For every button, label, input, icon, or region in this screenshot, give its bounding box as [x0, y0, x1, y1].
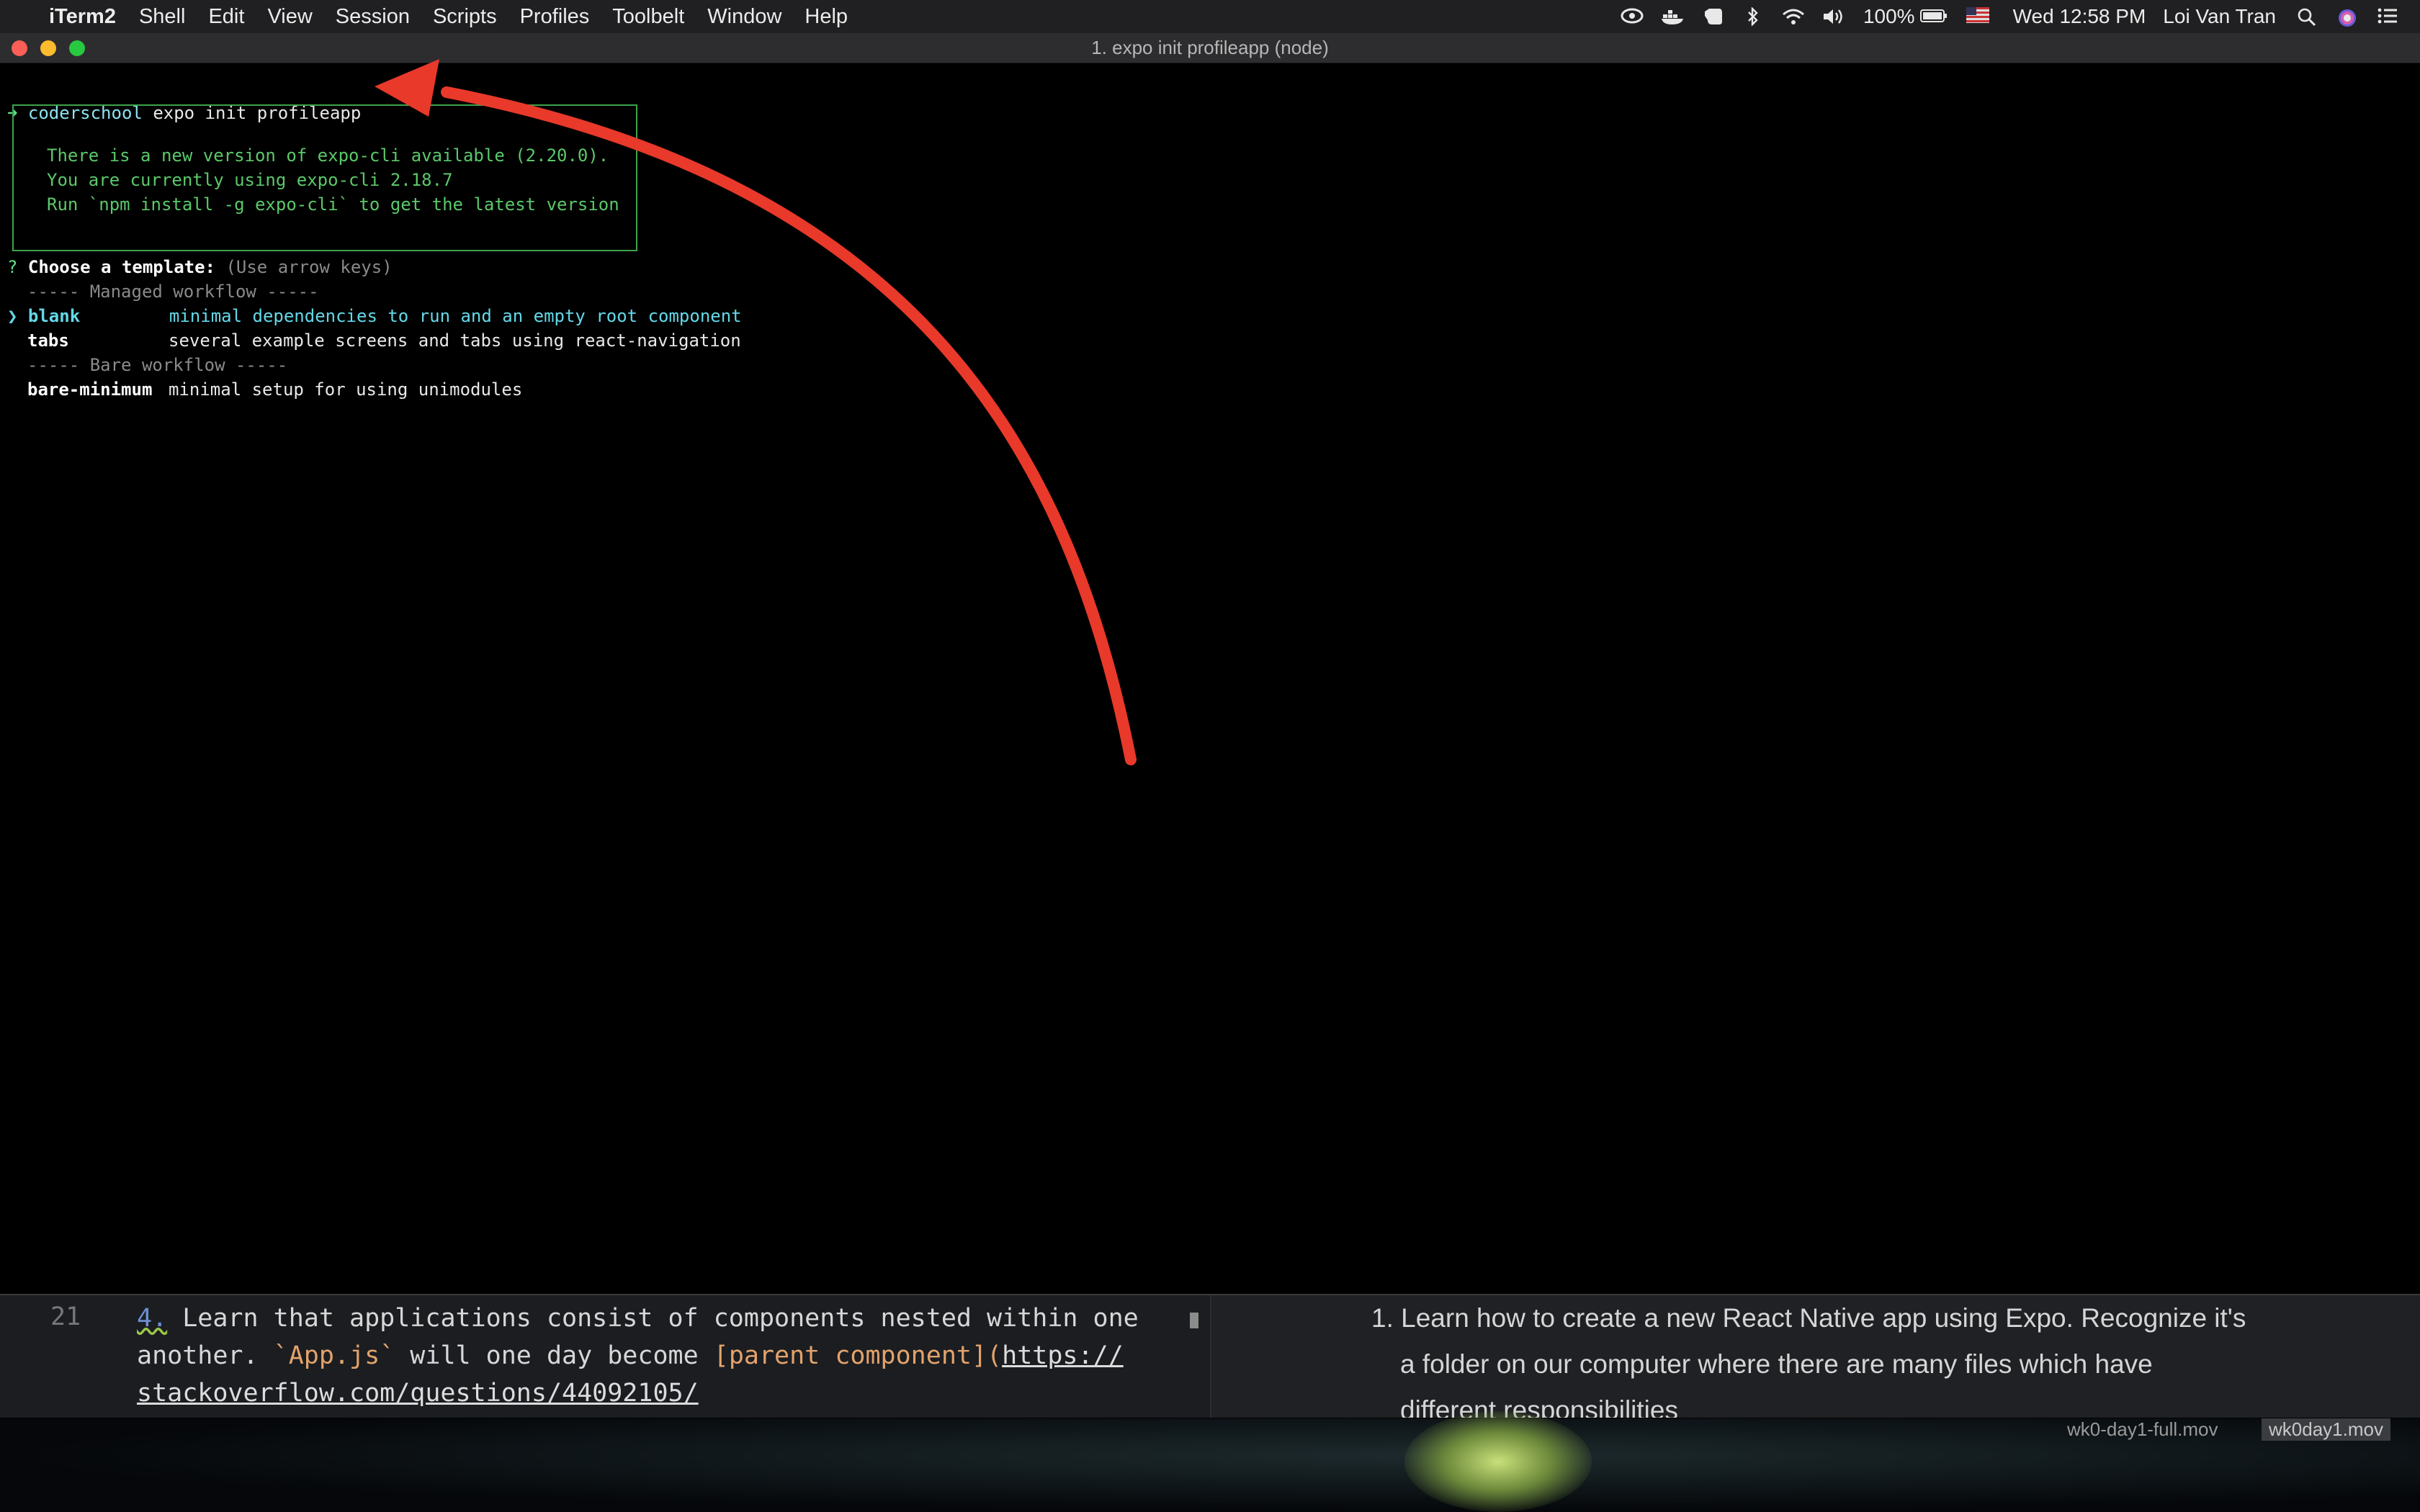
template-question: ? Choose a template: (Use arrow keys)	[7, 255, 393, 279]
update-notice-line-1: There is a new version of expo-cli avail…	[47, 145, 609, 166]
volume-icon[interactable]	[1821, 7, 1846, 26]
question-hint: (Use arrow keys)	[225, 257, 393, 277]
spotlight-search-icon[interactable]	[2295, 7, 2319, 27]
link-url: stackoverflow.com/questions/44092105/	[137, 1379, 699, 1408]
update-notice-line-3: Run `npm install -g expo-cli` to get the…	[47, 194, 619, 215]
menu-shell[interactable]: Shell	[139, 5, 186, 29]
desktop-file-label[interactable]: wk0-day1-full.mov	[2067, 1418, 2218, 1441]
us-flag-icon[interactable]	[1966, 7, 1990, 26]
menu-toolbelt[interactable]: Toolbelt	[612, 5, 684, 29]
template-option-blank[interactable]: ❯ blank minimal dependencies to run and a…	[7, 304, 742, 328]
editor-text: another.	[137, 1341, 274, 1370]
editor-line-number: 21	[50, 1302, 81, 1331]
editor-line-2: another. `App.js` will one day become [p…	[137, 1337, 1124, 1374]
bluetooth-icon[interactable]	[1741, 6, 1765, 27]
selection-cursor-icon: ❯	[7, 306, 18, 326]
docker-icon[interactable]	[1660, 7, 1685, 26]
notification-center-icon[interactable]	[2375, 7, 2400, 26]
question-text: Choose a template:	[27, 257, 215, 277]
minimize-window-button[interactable]	[40, 40, 56, 56]
menu-bar: iTerm2 Shell Edit View Session Scripts P…	[0, 0, 2420, 33]
menu-session[interactable]: Session	[336, 5, 410, 29]
creative-cloud-icon[interactable]	[1620, 7, 1644, 26]
menu-edit[interactable]: Edit	[208, 5, 244, 29]
editor-text: will one day become	[395, 1341, 714, 1370]
siri-icon[interactable]	[2335, 7, 2360, 27]
menu-scripts[interactable]: Scripts	[433, 5, 497, 29]
zoom-window-button[interactable]	[69, 40, 85, 56]
editor-text: Learn that applications consist of compo…	[167, 1304, 1139, 1333]
menu-view[interactable]: View	[267, 5, 312, 29]
editor-line-3: stackoverflow.com/questions/44092105/	[137, 1374, 699, 1412]
evernote-icon[interactable]	[1700, 7, 1725, 26]
template-option-bare-minimum[interactable]: bare-minimum minimal setup for using unim…	[27, 377, 522, 402]
link-text: [parent component]	[713, 1341, 987, 1370]
window-title: 1. expo init profileapp (node)	[1091, 37, 1329, 58]
user-name[interactable]: Loi Van Tran	[2163, 5, 2276, 28]
wifi-icon[interactable]	[1781, 7, 1806, 26]
question-mark: ?	[7, 257, 18, 277]
preview-line-3: different responsibilities	[1400, 1395, 1678, 1418]
option-description: minimal setup for using unimodules	[169, 379, 523, 400]
markdown-preview: 1. Learn how to create a new React Nativ…	[1211, 1295, 2420, 1418]
menu-profiles[interactable]: Profiles	[520, 5, 590, 29]
iterm-window: 1. expo init profileapp (node) ➜ codersc…	[0, 33, 2420, 1418]
menu-app-name[interactable]: iTerm2	[49, 5, 116, 29]
managed-workflow-header: ----- Managed workflow -----	[27, 282, 319, 302]
menu-help[interactable]: Help	[805, 5, 848, 29]
desktop-background: wk0-day1-full.mov wk0day1.mov	[0, 1411, 2420, 1512]
menu-window[interactable]: Window	[707, 5, 781, 29]
preview-line-1: 1. Learn how to create a new React Nativ…	[1371, 1303, 2246, 1333]
list-number: 4.	[137, 1304, 168, 1333]
option-name: bare-minimum	[27, 379, 153, 400]
terminal-pane[interactable]: ➜ coderschool expo init profileapp There…	[0, 63, 2420, 1327]
link-url: https://	[1002, 1341, 1124, 1370]
desktop-file-label-selected[interactable]: wk0day1.mov	[2262, 1418, 2390, 1441]
bare-workflow-header: ----- Bare workflow -----	[27, 355, 288, 375]
editor-preview-split: 21 4. Learn that applications consist of…	[0, 1294, 2420, 1418]
wallpaper-nebula	[1404, 1411, 1592, 1512]
close-window-button[interactable]	[12, 40, 27, 56]
option-name: blank	[27, 306, 81, 326]
editor-scrollbar[interactable]	[1190, 1313, 1198, 1328]
option-description: minimal dependencies to run and an empty…	[169, 306, 742, 326]
link-paren: (	[987, 1341, 1003, 1370]
markdown-editor[interactable]: 21 4. Learn that applications consist of…	[0, 1295, 1210, 1418]
window-titlebar[interactable]: 1. expo init profileapp (node)	[0, 33, 2420, 63]
battery-icon[interactable]	[1919, 7, 1947, 26]
option-description: several example screens and tabs using r…	[169, 330, 741, 351]
clock[interactable]: Wed 12:58 PM	[2013, 5, 2146, 28]
inline-code: `App.js`	[273, 1341, 395, 1370]
update-notice-line-2: You are currently using expo-cli 2.18.7	[47, 170, 453, 190]
editor-line-1: 4. Learn that applications consist of co…	[137, 1300, 1139, 1337]
template-option-tabs[interactable]: tabs several example screens and tabs usi…	[27, 328, 741, 353]
preview-line-2: a folder on our computer where there are…	[1400, 1349, 2153, 1379]
update-notice-box: There is a new version of expo-cli avail…	[12, 104, 637, 251]
battery-percentage: 100%	[1863, 5, 1915, 27]
option-name: tabs	[27, 330, 69, 351]
